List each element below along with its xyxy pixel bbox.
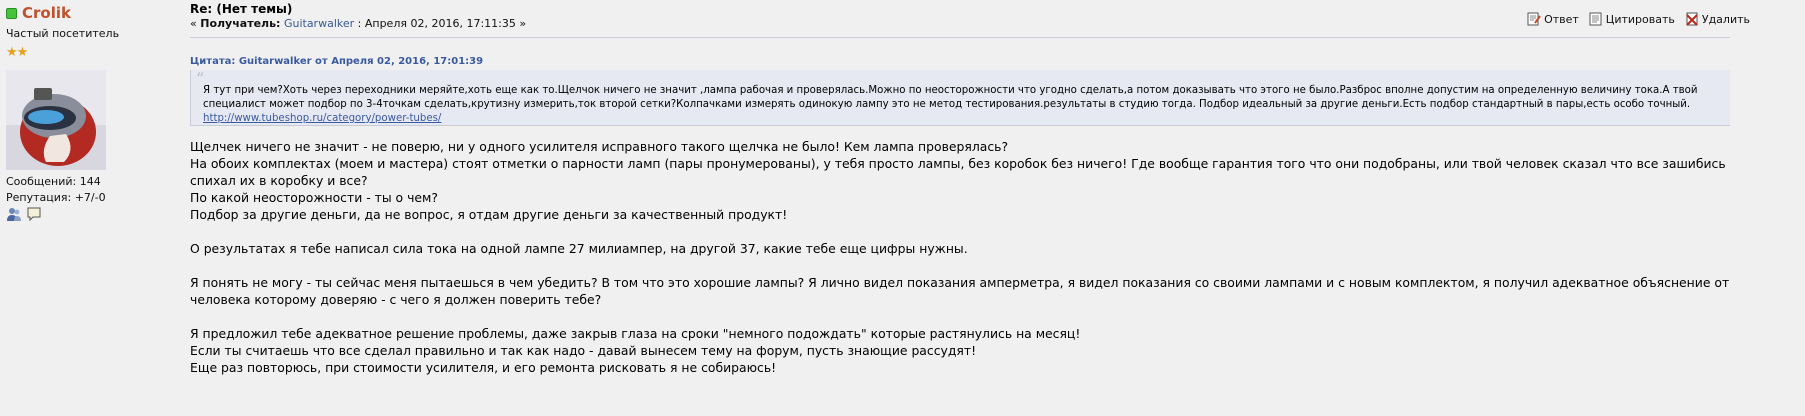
quote-button[interactable]: Цитировать (1589, 12, 1675, 26)
delete-label: Удалить (1701, 12, 1750, 26)
post-content: Re: (Нет темы) « Получатель: Guitarwalke… (190, 0, 1790, 416)
poster-rank: Частый посетитель (6, 27, 120, 40)
body-line: О результатах я тебе написал сила тока н… (190, 241, 968, 256)
post-body: Щелчек ничего не значит - не поверю, ни … (190, 138, 1770, 376)
body-line: Если ты считаешь что все сделал правильн… (190, 343, 977, 358)
post-actions: Ответ Цитировать Удалить (1527, 12, 1750, 26)
recipient-link[interactable]: Guitarwalker (284, 17, 354, 30)
quote-link[interactable]: http://www.tubeshop.ru/category/power-tu… (203, 113, 441, 124)
poster-info: Crolik Частый посетитель ★★ Сообщений: 1… (0, 0, 170, 416)
rank-stars-icon: ★★ (6, 45, 28, 60)
headline-prefix: « (190, 17, 201, 30)
quote-label: Цитировать (1605, 12, 1675, 26)
profile-icon[interactable] (6, 206, 22, 222)
poster-name-link[interactable]: Crolik (22, 4, 71, 22)
body-line: Еще раз повторюсь, при стоимости усилите… (190, 360, 777, 375)
header-divider (190, 37, 1730, 38)
post-subject[interactable]: Re: (Нет темы) (190, 2, 292, 16)
quote-text: Я тут при чем?Хоть через переходники мер… (203, 85, 1698, 110)
delete-button[interactable]: Удалить (1685, 12, 1750, 26)
private-message-icon[interactable] (26, 206, 42, 222)
recipient-label: Получатель: (200, 17, 281, 30)
body-line: Подбор за другие деньги, да не вопрос, я… (190, 207, 788, 222)
reply-icon (1527, 12, 1541, 26)
body-line: По какой неосторожности - ты о чем? (190, 190, 438, 205)
delete-icon (1686, 12, 1698, 26)
body-line: Щелчек ничего не значит - не поверю, ни … (190, 139, 1009, 154)
online-status-icon (6, 7, 17, 19)
quote-block: “ Я тут при чем?Хоть через переходники м… (190, 70, 1730, 126)
post-headline: « Получатель: Guitarwalker : Апреля 02, … (190, 17, 526, 30)
reply-label: Ответ (1544, 12, 1579, 26)
forum-post: Crolik Частый посетитель ★★ Сообщений: 1… (0, 0, 1805, 416)
reply-button[interactable]: Ответ (1527, 12, 1579, 26)
quote-mark-icon: “ (196, 69, 205, 88)
body-line: На обоих комплектах (моем и мастера) сто… (190, 156, 1726, 188)
quote-icon (1589, 12, 1602, 26)
quote-header[interactable]: Цитата: Guitarwalker от Апреля 02, 2016,… (190, 56, 483, 67)
body-line: Я понять не могу - ты сейчас меня пытаеш… (190, 275, 1730, 307)
avatar (6, 70, 106, 170)
body-line: Я предложил тебе адекватное решение проб… (190, 326, 1081, 341)
poster-name-row: Crolik (6, 4, 71, 22)
reputation: Репутация: +7/-0 (6, 191, 106, 204)
post-date: : Апреля 02, 2016, 17:11:35 » (354, 17, 527, 30)
poster-actions (6, 206, 42, 222)
post-count: Сообщений: 144 (6, 175, 101, 188)
